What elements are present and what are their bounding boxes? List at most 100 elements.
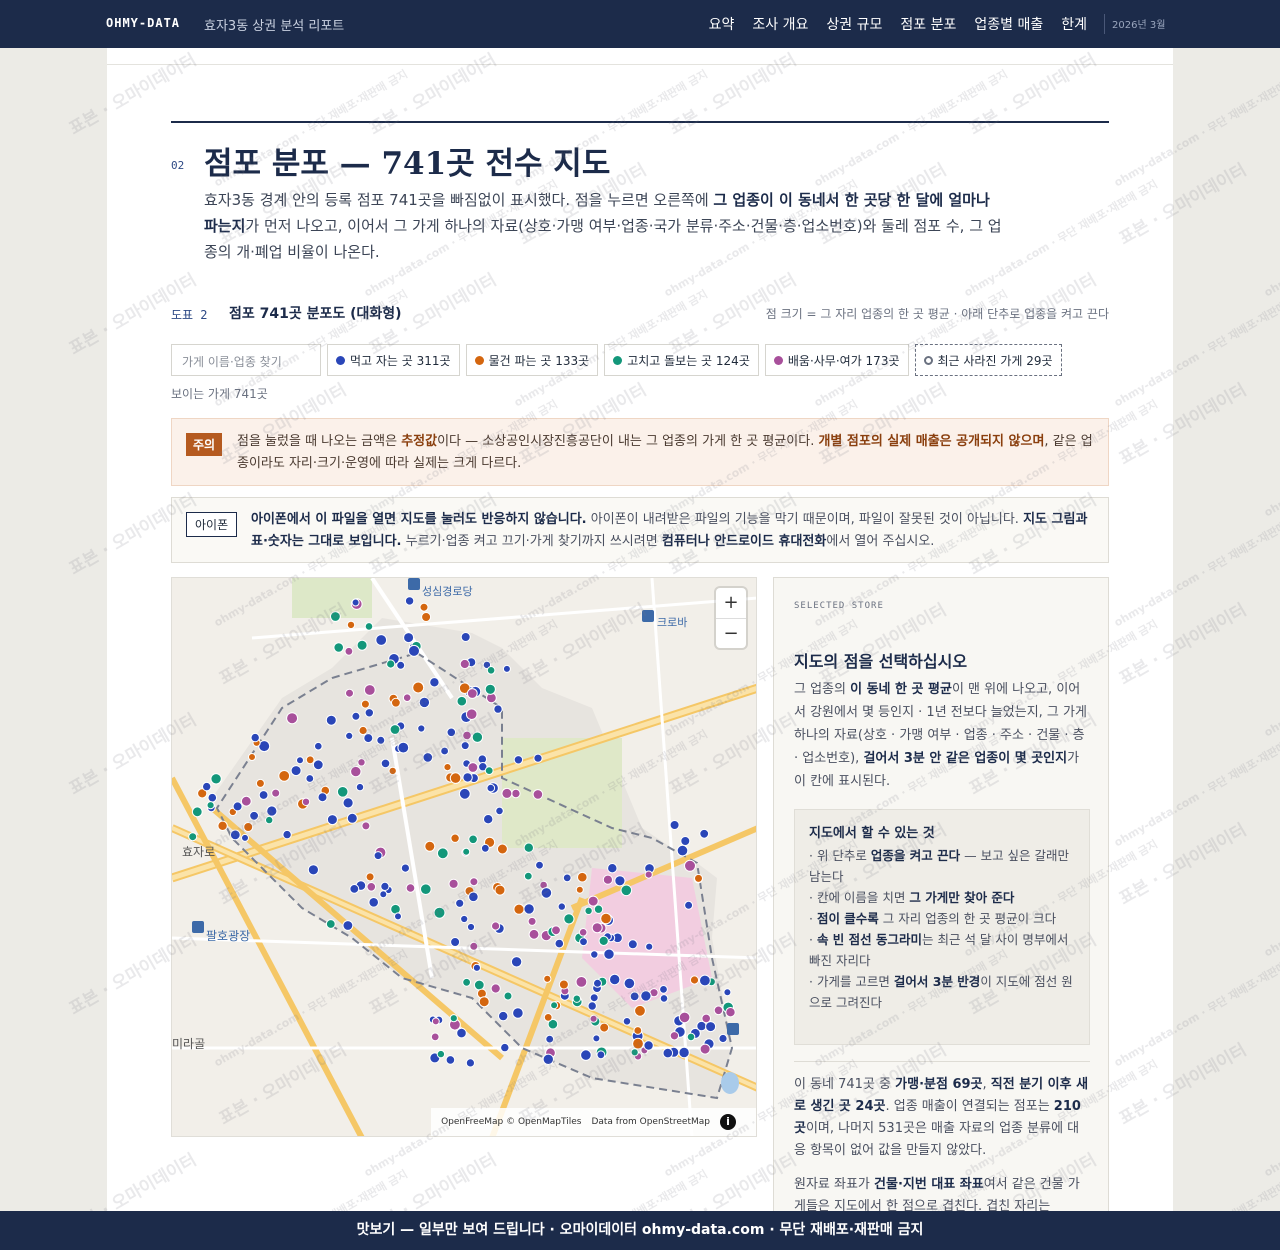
- store-marker[interactable]: [486, 666, 496, 675]
- store-marker[interactable]: [232, 801, 243, 812]
- store-marker[interactable]: [191, 806, 203, 818]
- store-marker[interactable]: [356, 639, 368, 651]
- store-marker[interactable]: [346, 812, 358, 824]
- nav-link-market-size[interactable]: 상권 규모: [826, 14, 882, 34]
- store-marker[interactable]: [579, 937, 588, 947]
- filter-retail-button[interactable]: 물건 파는 곳 133곳: [465, 344, 599, 376]
- store-marker[interactable]: [210, 773, 222, 785]
- store-marker[interactable]: [589, 1014, 598, 1023]
- store-marker[interactable]: [575, 976, 588, 988]
- store-marker[interactable]: [278, 770, 291, 782]
- store-marker[interactable]: [523, 842, 534, 853]
- store-marker[interactable]: [258, 790, 269, 800]
- store-marker[interactable]: [250, 732, 260, 743]
- store-marker[interactable]: [465, 708, 478, 720]
- store-marker[interactable]: [580, 1049, 592, 1061]
- store-marker[interactable]: [361, 821, 371, 831]
- store-marker[interactable]: [466, 922, 476, 932]
- store-marker[interactable]: [364, 622, 374, 631]
- store-marker[interactable]: [363, 733, 374, 744]
- store-marker[interactable]: [366, 882, 377, 892]
- store-marker[interactable]: [483, 814, 494, 825]
- store-search-input[interactable]: 가게 이름·업종 찾기: [171, 344, 321, 376]
- store-marker[interactable]: [449, 772, 462, 784]
- store-marker[interactable]: [450, 833, 460, 843]
- store-marker[interactable]: [478, 996, 490, 1008]
- store-marker[interactable]: [351, 711, 361, 721]
- store-map[interactable]: 성심경로당 크로바 팔호광장 효자로 미라골 + − OpenFreeMap ©…: [171, 577, 757, 1137]
- store-marker[interactable]: [598, 935, 609, 946]
- store-marker[interactable]: [543, 974, 552, 983]
- store-marker[interactable]: [713, 1005, 724, 1016]
- store-marker[interactable]: [462, 772, 473, 783]
- store-marker[interactable]: [678, 1046, 690, 1059]
- store-marker[interactable]: [659, 985, 668, 994]
- store-marker[interactable]: [420, 883, 432, 896]
- store-marker[interactable]: [412, 681, 425, 694]
- filter-education-office-button[interactable]: 배움·사무·여가 173곳: [764, 344, 909, 376]
- store-marker[interactable]: [609, 973, 621, 986]
- nav-link-survey[interactable]: 조사 개요: [752, 14, 808, 34]
- store-marker[interactable]: [602, 874, 613, 885]
- store-marker[interactable]: [417, 724, 426, 733]
- store-marker[interactable]: [614, 875, 626, 887]
- store-marker[interactable]: [365, 872, 375, 882]
- store-marker[interactable]: [403, 632, 415, 644]
- store-marker[interactable]: [662, 1047, 674, 1059]
- store-marker[interactable]: [469, 877, 479, 887]
- store-marker[interactable]: [593, 978, 602, 988]
- store-marker[interactable]: [380, 758, 391, 769]
- store-marker[interactable]: [627, 939, 638, 950]
- store-marker[interactable]: [459, 658, 470, 670]
- store-marker[interactable]: [436, 1049, 446, 1059]
- store-marker[interactable]: [342, 920, 354, 931]
- store-marker[interactable]: [462, 847, 471, 856]
- store-marker[interactable]: [404, 596, 415, 606]
- store-marker[interactable]: [188, 832, 198, 842]
- store-marker[interactable]: [358, 725, 368, 736]
- store-marker[interactable]: [265, 815, 274, 825]
- filter-food-lodging-button[interactable]: 먹고 자는 곳 311곳: [327, 344, 460, 376]
- store-marker[interactable]: [643, 1040, 654, 1051]
- store-marker[interactable]: [391, 697, 401, 708]
- store-marker[interactable]: [694, 873, 703, 883]
- store-marker[interactable]: [523, 871, 533, 881]
- store-marker[interactable]: [330, 611, 341, 622]
- store-marker[interactable]: [584, 906, 593, 915]
- attribution-openfreemap[interactable]: OpenFreeMap © OpenMapTiles: [441, 1117, 581, 1127]
- store-marker[interactable]: [473, 979, 485, 991]
- store-marker[interactable]: [591, 922, 603, 934]
- store-marker[interactable]: [462, 977, 472, 987]
- store-marker[interactable]: [557, 902, 566, 911]
- store-marker[interactable]: [575, 885, 584, 894]
- store-marker[interactable]: [502, 664, 511, 673]
- store-marker[interactable]: [620, 884, 633, 897]
- store-marker[interactable]: [368, 897, 379, 908]
- nav-link-limitations[interactable]: 한계: [1061, 14, 1087, 34]
- store-marker[interactable]: [345, 688, 354, 698]
- store-marker[interactable]: [467, 762, 479, 773]
- store-marker[interactable]: [543, 1013, 553, 1022]
- store-marker[interactable]: [333, 642, 344, 653]
- store-marker[interactable]: [689, 975, 700, 985]
- store-marker[interactable]: [376, 735, 386, 745]
- store-marker[interactable]: [696, 1020, 707, 1032]
- filter-repair-care-button[interactable]: 고치고 돌보는 곳 124곳: [604, 344, 759, 376]
- store-marker[interactable]: [421, 612, 432, 622]
- store-marker[interactable]: [510, 956, 523, 968]
- store-marker[interactable]: [312, 759, 324, 771]
- store-marker[interactable]: [307, 864, 319, 876]
- store-marker[interactable]: [545, 1034, 555, 1044]
- store-marker[interactable]: [590, 950, 599, 959]
- store-marker[interactable]: [217, 820, 228, 832]
- store-marker[interactable]: [589, 993, 599, 1003]
- store-marker[interactable]: [678, 1011, 691, 1024]
- store-marker[interactable]: [342, 797, 354, 809]
- store-marker[interactable]: [436, 847, 449, 860]
- store-marker[interactable]: [500, 1042, 510, 1053]
- store-marker[interactable]: [659, 994, 669, 1003]
- store-marker[interactable]: [282, 829, 292, 840]
- store-marker[interactable]: [633, 1026, 643, 1035]
- store-marker[interactable]: [350, 765, 362, 778]
- store-marker[interactable]: [644, 870, 653, 879]
